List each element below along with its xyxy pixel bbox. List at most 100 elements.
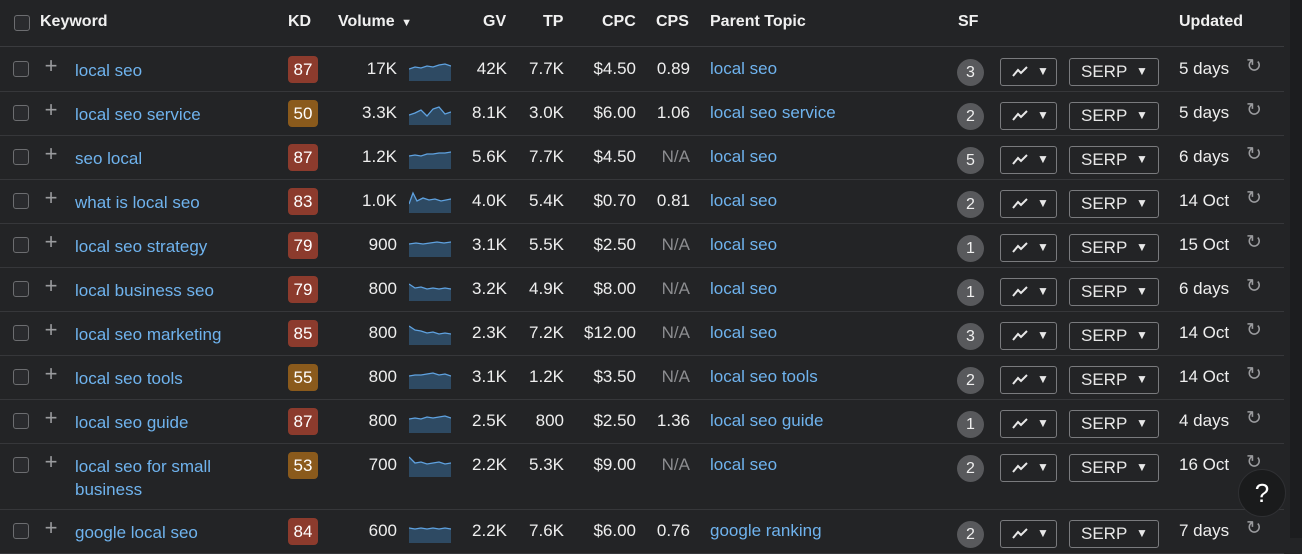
sf-count-badge[interactable]: 2: [957, 521, 984, 548]
sf-count-badge[interactable]: 2: [957, 103, 984, 130]
refresh-icon[interactable]: ↻: [1246, 321, 1266, 341]
volume-sparkline[interactable]: [409, 409, 451, 433]
serp-dropdown[interactable]: SERP ▼: [1069, 278, 1159, 306]
serp-dropdown[interactable]: SERP ▼: [1069, 190, 1159, 218]
row-checkbox[interactable]: [13, 61, 29, 77]
row-checkbox[interactable]: [13, 457, 29, 473]
parent-topic-link[interactable]: local seo: [710, 147, 777, 167]
sf-count-badge[interactable]: 2: [957, 455, 984, 482]
parent-topic-link[interactable]: local seo service: [710, 103, 836, 123]
keyword-link[interactable]: local seo for small business: [75, 455, 245, 501]
add-to-list-icon[interactable]: +: [42, 407, 60, 429]
scrollbar[interactable]: [1290, 0, 1302, 538]
add-to-list-icon[interactable]: +: [42, 99, 60, 121]
sf-count-badge[interactable]: 3: [957, 323, 984, 350]
header-kd[interactable]: KD: [288, 13, 311, 31]
row-checkbox[interactable]: [13, 149, 29, 165]
row-checkbox[interactable]: [13, 413, 29, 429]
trend-dropdown[interactable]: ▼: [1000, 58, 1057, 86]
keyword-link[interactable]: local seo strategy: [75, 235, 245, 258]
parent-topic-link[interactable]: local seo tools: [710, 367, 818, 387]
parent-topic-link[interactable]: google ranking: [710, 521, 822, 541]
refresh-icon[interactable]: ↻: [1246, 189, 1266, 209]
header-parent-topic[interactable]: Parent Topic: [710, 13, 806, 31]
parent-topic-link[interactable]: local seo: [710, 279, 777, 299]
trend-dropdown[interactable]: ▼: [1000, 454, 1057, 482]
add-to-list-icon[interactable]: +: [42, 319, 60, 341]
row-checkbox[interactable]: [13, 193, 29, 209]
keyword-link[interactable]: local seo guide: [75, 411, 245, 434]
serp-dropdown[interactable]: SERP ▼: [1069, 322, 1159, 350]
volume-sparkline[interactable]: [409, 321, 451, 345]
volume-sparkline[interactable]: [409, 57, 451, 81]
refresh-icon[interactable]: ↻: [1246, 145, 1266, 165]
parent-topic-link[interactable]: local seo: [710, 455, 777, 475]
header-updated[interactable]: Updated: [1179, 13, 1243, 31]
refresh-icon[interactable]: ↻: [1246, 101, 1266, 121]
parent-topic-link[interactable]: local seo: [710, 235, 777, 255]
volume-sparkline[interactable]: [409, 519, 451, 543]
header-cps[interactable]: CPS: [656, 13, 689, 31]
trend-dropdown[interactable]: ▼: [1000, 278, 1057, 306]
parent-topic-link[interactable]: local seo: [710, 59, 777, 79]
select-all-checkbox[interactable]: [14, 15, 30, 31]
trend-dropdown[interactable]: ▼: [1000, 146, 1057, 174]
row-checkbox[interactable]: [13, 369, 29, 385]
keyword-link[interactable]: seo local: [75, 147, 245, 170]
trend-dropdown[interactable]: ▼: [1000, 410, 1057, 438]
trend-dropdown[interactable]: ▼: [1000, 366, 1057, 394]
keyword-link[interactable]: what is local seo: [75, 191, 245, 214]
parent-topic-link[interactable]: local seo: [710, 323, 777, 343]
parent-topic-link[interactable]: local seo: [710, 191, 777, 211]
help-button[interactable]: ?: [1238, 469, 1286, 517]
trend-dropdown[interactable]: ▼: [1000, 102, 1057, 130]
serp-dropdown[interactable]: SERP ▼: [1069, 366, 1159, 394]
trend-dropdown[interactable]: ▼: [1000, 190, 1057, 218]
refresh-icon[interactable]: ↻: [1246, 365, 1266, 385]
row-checkbox[interactable]: [13, 523, 29, 539]
header-tp[interactable]: TP: [543, 13, 563, 31]
serp-dropdown[interactable]: SERP ▼: [1069, 102, 1159, 130]
header-keyword[interactable]: Keyword: [40, 13, 108, 31]
sf-count-badge[interactable]: 2: [957, 367, 984, 394]
volume-sparkline[interactable]: [409, 101, 451, 125]
add-to-list-icon[interactable]: +: [42, 363, 60, 385]
header-sf[interactable]: SF: [958, 13, 978, 31]
sf-count-badge[interactable]: 5: [957, 147, 984, 174]
add-to-list-icon[interactable]: +: [42, 231, 60, 253]
keyword-link[interactable]: local business seo: [75, 279, 245, 302]
parent-topic-link[interactable]: local seo guide: [710, 411, 823, 431]
keyword-link[interactable]: local seo marketing: [75, 323, 245, 346]
sf-count-badge[interactable]: 1: [957, 411, 984, 438]
sf-count-badge[interactable]: 1: [957, 235, 984, 262]
serp-dropdown[interactable]: SERP ▼: [1069, 454, 1159, 482]
refresh-icon[interactable]: ↻: [1246, 57, 1266, 77]
refresh-icon[interactable]: ↻: [1246, 277, 1266, 297]
keyword-link[interactable]: google local seo: [75, 521, 245, 544]
keyword-link[interactable]: local seo: [75, 59, 245, 82]
add-to-list-icon[interactable]: +: [42, 275, 60, 297]
add-to-list-icon[interactable]: +: [42, 143, 60, 165]
row-checkbox[interactable]: [13, 105, 29, 121]
volume-sparkline[interactable]: [409, 277, 451, 301]
volume-sparkline[interactable]: [409, 365, 451, 389]
sf-count-badge[interactable]: 2: [957, 191, 984, 218]
serp-dropdown[interactable]: SERP ▼: [1069, 146, 1159, 174]
header-gv[interactable]: GV: [483, 13, 506, 31]
trend-dropdown[interactable]: ▼: [1000, 234, 1057, 262]
sf-count-badge[interactable]: 3: [957, 59, 984, 86]
trend-dropdown[interactable]: ▼: [1000, 520, 1057, 548]
row-checkbox[interactable]: [13, 281, 29, 297]
add-to-list-icon[interactable]: +: [42, 187, 60, 209]
add-to-list-icon[interactable]: +: [42, 517, 60, 539]
row-checkbox[interactable]: [13, 325, 29, 341]
keyword-link[interactable]: local seo tools: [75, 367, 245, 390]
row-checkbox[interactable]: [13, 237, 29, 253]
refresh-icon[interactable]: ↻: [1246, 409, 1266, 429]
sf-count-badge[interactable]: 1: [957, 279, 984, 306]
volume-sparkline[interactable]: [409, 145, 451, 169]
header-cpc[interactable]: CPC: [602, 13, 636, 31]
add-to-list-icon[interactable]: +: [42, 451, 60, 473]
header-volume[interactable]: Volume ▼: [338, 13, 412, 31]
volume-sparkline[interactable]: [409, 453, 451, 477]
